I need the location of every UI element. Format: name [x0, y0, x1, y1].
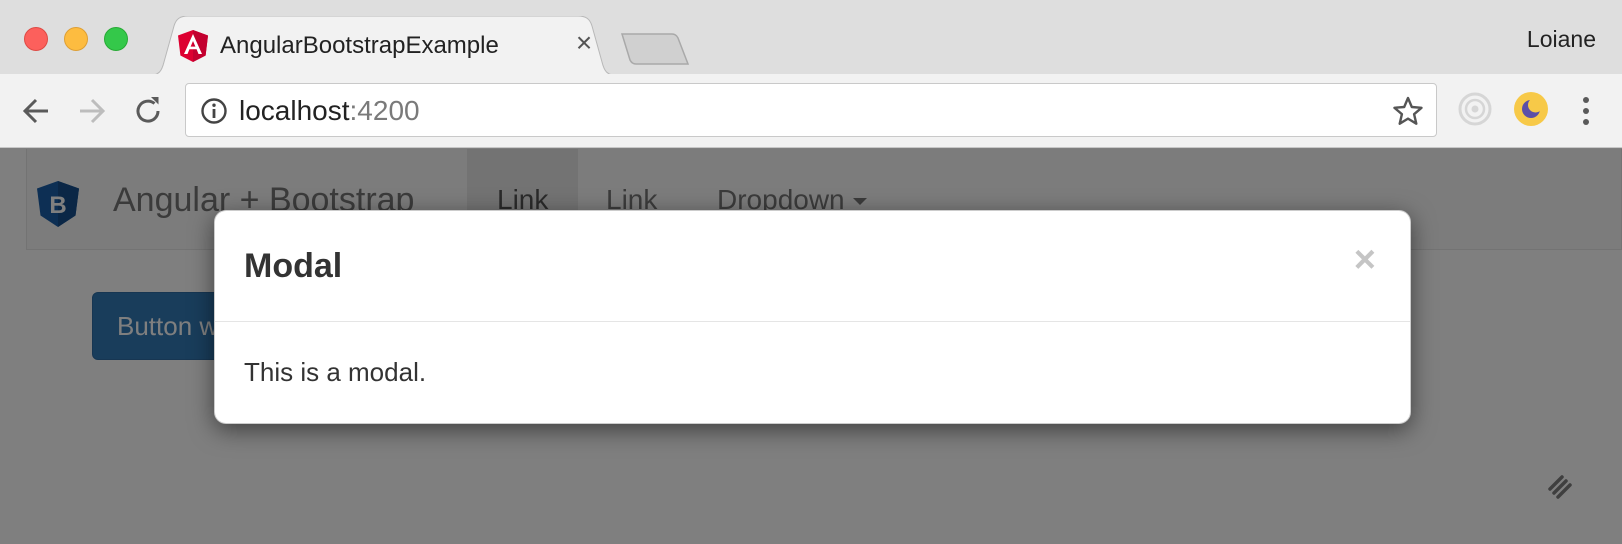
tab-close-icon[interactable]: ×	[570, 29, 598, 57]
modal-header: Modal ×	[215, 211, 1410, 322]
extension-night-mode-icon[interactable]	[1512, 90, 1550, 128]
back-icon[interactable]	[18, 93, 54, 129]
browser-toolbar: localhost:4200	[0, 74, 1622, 148]
browser-titlebar: AngularBootstrapExample × Loiane	[0, 0, 1622, 76]
new-tab-button[interactable]	[620, 32, 690, 66]
window-close-button[interactable]	[24, 27, 48, 51]
reload-icon[interactable]	[130, 93, 166, 129]
address-bar[interactable]: localhost:4200	[185, 83, 1437, 137]
url-host: localhost	[239, 95, 350, 126]
extension-target-icon[interactable]	[1456, 90, 1494, 128]
modal-close-icon[interactable]: ×	[1354, 241, 1376, 279]
window-minimize-button[interactable]	[64, 27, 88, 51]
info-icon[interactable]	[200, 97, 228, 125]
more-menu-icon[interactable]	[1576, 92, 1596, 130]
url-port: :4200	[349, 95, 420, 126]
browser-tab[interactable]: AngularBootstrapExample ×	[146, 16, 620, 76]
window-maximize-button[interactable]	[104, 27, 128, 51]
tab-title: AngularBootstrapExample	[220, 32, 499, 59]
modal-dialog: Modal × This is a modal.	[214, 210, 1411, 424]
profile-name[interactable]: Loiane	[1527, 26, 1596, 53]
modal-title: Modal	[244, 247, 343, 285]
bookmark-star-icon[interactable]	[1392, 95, 1424, 127]
url-text[interactable]: localhost:4200	[239, 95, 420, 127]
forward-icon[interactable]	[74, 93, 110, 129]
modal-body-text: This is a modal.	[244, 357, 427, 387]
angular-icon	[178, 30, 208, 62]
